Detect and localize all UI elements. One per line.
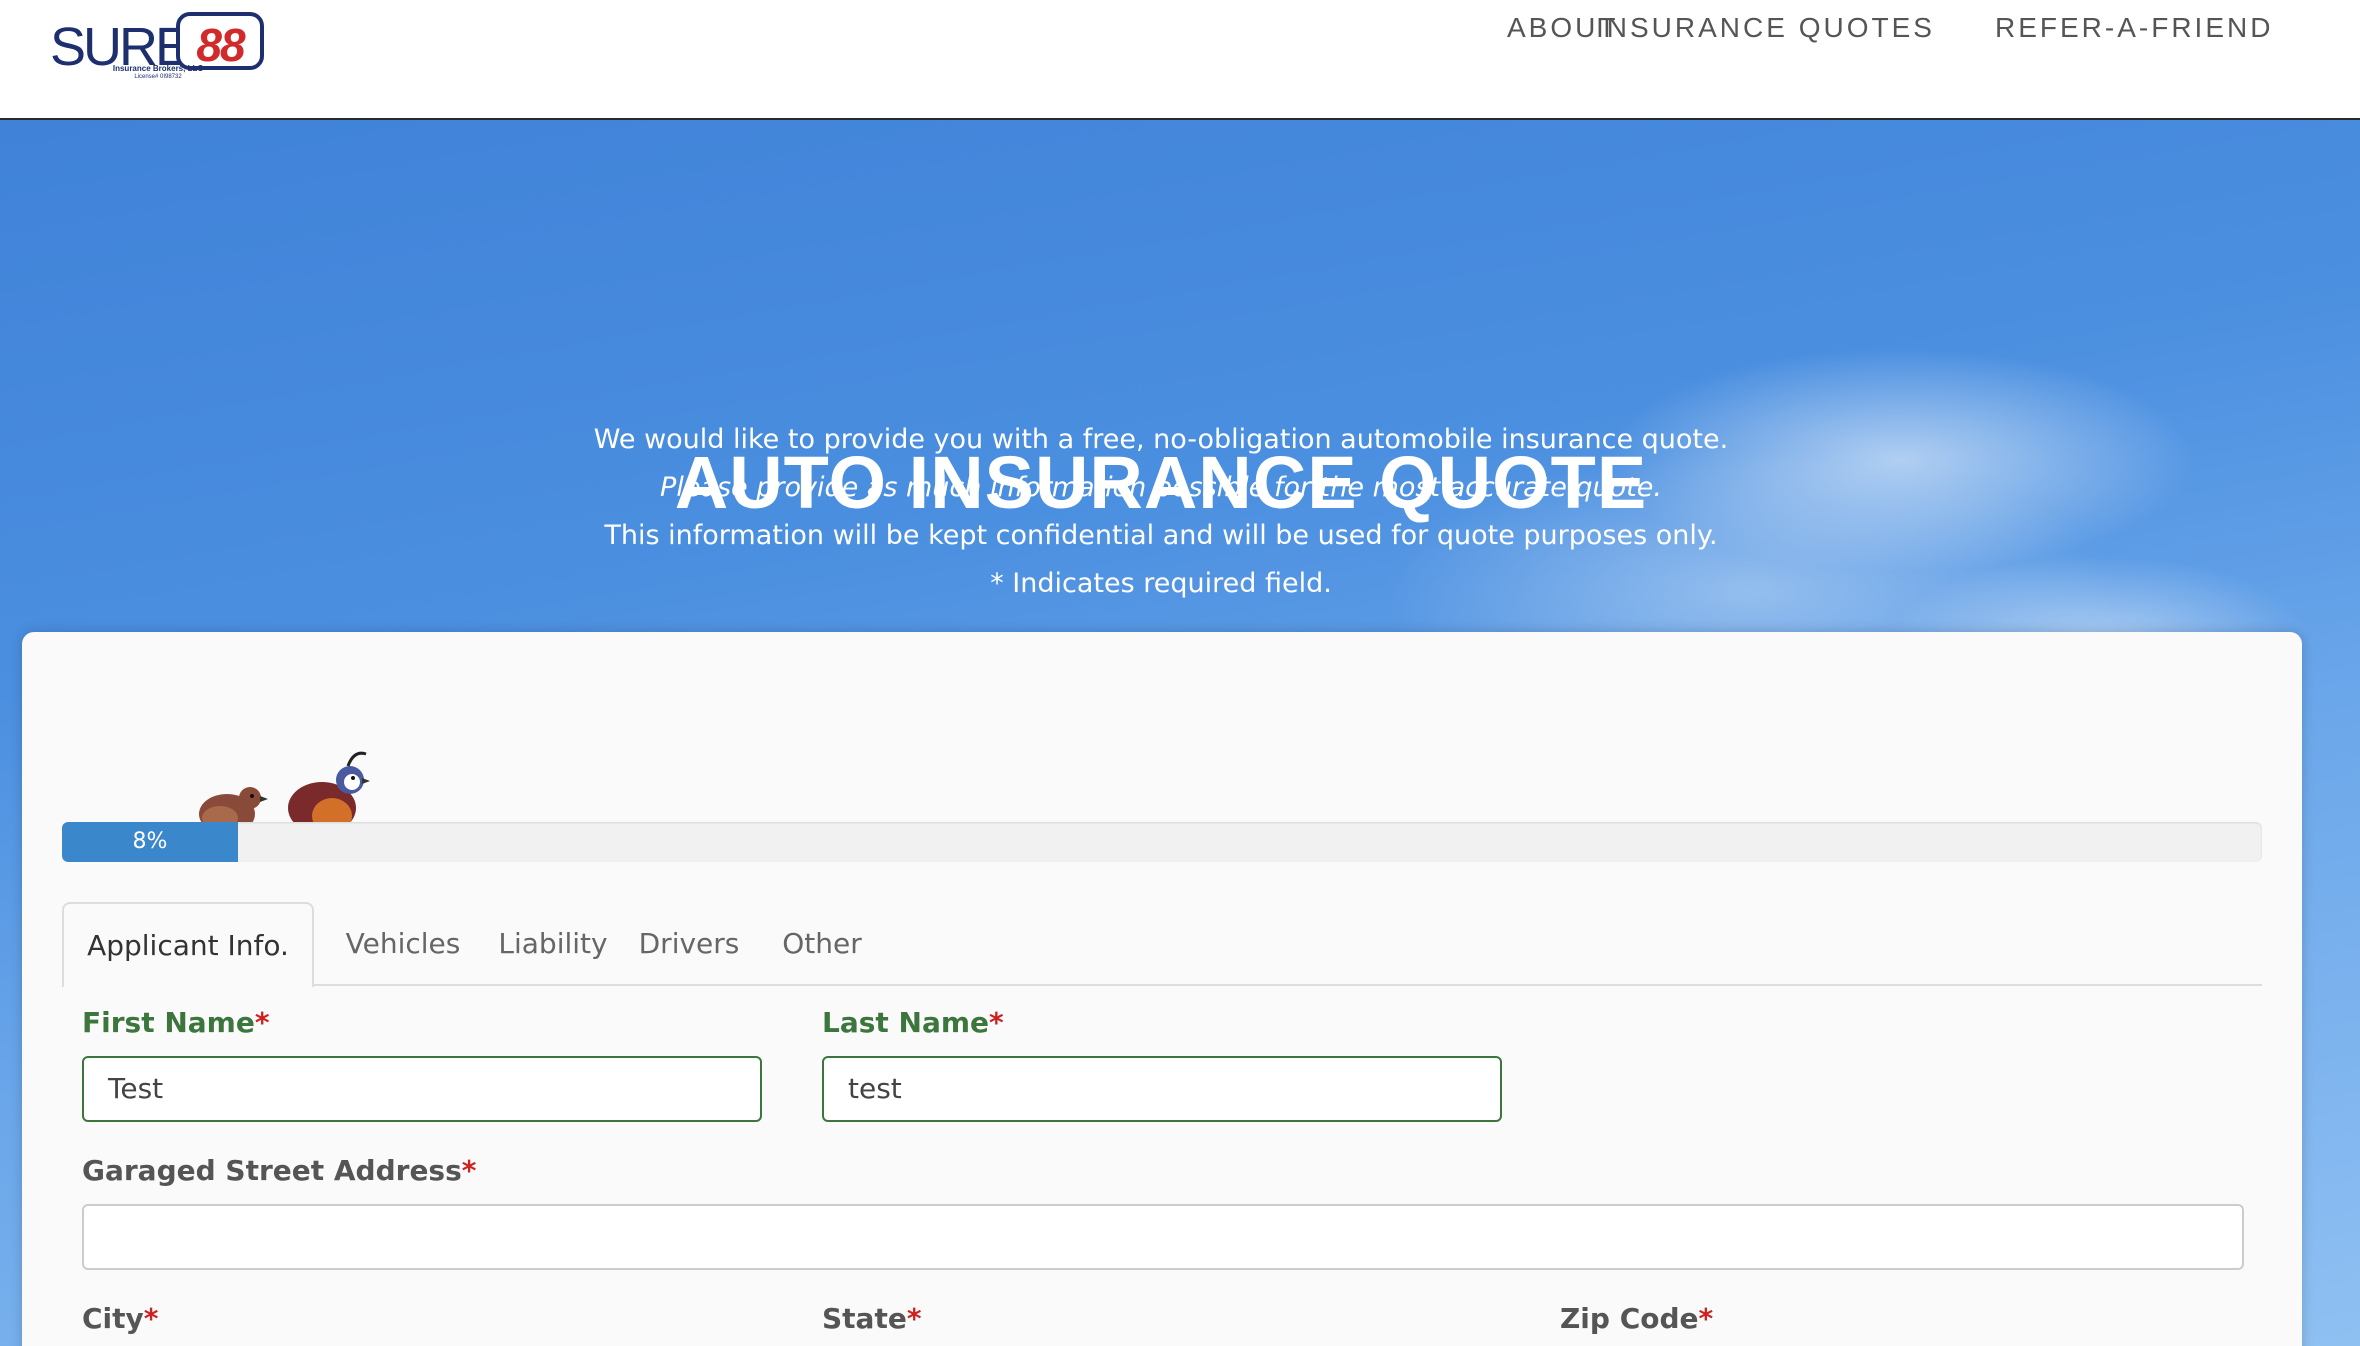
state-label-text: State xyxy=(822,1302,907,1335)
state-label: State* xyxy=(822,1302,921,1335)
progress-fill: 8% xyxy=(62,822,238,862)
hero-intro-text: We would like to provide you with a free… xyxy=(593,424,1729,455)
required-field-note: * Indicates required field. xyxy=(990,568,1332,599)
form-tabs: Applicant Info. Vehicles Liability Drive… xyxy=(62,902,2262,988)
hero-instruction-text: Please provide as much information possi… xyxy=(660,472,1662,503)
logo-subtitle: Insurance Brokers, LLC xyxy=(112,64,204,73)
zip-code-label-text: Zip Code xyxy=(1560,1302,1699,1335)
form-progress-bar: 8% xyxy=(62,822,2262,862)
city-label-text: City xyxy=(82,1302,144,1335)
tab-drivers[interactable]: Drivers xyxy=(630,902,748,986)
required-asterisk: * xyxy=(989,1006,1004,1039)
first-name-label-text: First Name xyxy=(82,1006,255,1039)
required-asterisk: * xyxy=(143,1302,159,1335)
street-address-input[interactable] xyxy=(82,1204,2244,1270)
nav-insurance-quotes-link[interactable]: INSURANCE QUOTES xyxy=(1596,12,1935,44)
zip-code-label: Zip Code* xyxy=(1560,1302,1713,1335)
last-name-input[interactable]: test xyxy=(822,1056,1502,1122)
tab-applicant-info[interactable]: Applicant Info. xyxy=(62,902,314,988)
sure88-logo[interactable]: SURE 88 Insurance Brokers, LLC License# … xyxy=(50,8,265,80)
last-name-label-text: Last Name xyxy=(822,1006,990,1039)
tab-vehicles[interactable]: Vehicles xyxy=(334,902,472,986)
street-address-label-text: Garaged Street Address xyxy=(82,1154,462,1187)
tab-liability[interactable]: Liability xyxy=(490,902,616,986)
first-name-label: First Name* xyxy=(82,1006,269,1039)
required-asterisk: * xyxy=(461,1154,477,1187)
tab-other[interactable]: Other xyxy=(768,902,876,986)
logo-badge: 88 xyxy=(176,12,264,71)
required-asterisk: * xyxy=(254,1006,270,1039)
quote-form-card: 8% Applicant Info. Vehicles Liability Dr… xyxy=(22,632,2302,1346)
first-name-input[interactable]: Test xyxy=(82,1056,762,1122)
nav-refer-a-friend-link[interactable]: REFER-A-FRIEND xyxy=(1995,12,2273,44)
last-name-label: Last Name* xyxy=(822,1006,1004,1039)
logo-license: License# 0I98732 xyxy=(134,74,182,80)
hero-confidentiality-text: This information will be kept confidenti… xyxy=(604,520,1718,551)
required-asterisk: * xyxy=(906,1302,922,1335)
city-label: City* xyxy=(82,1302,158,1335)
site-header: SURE 88 Insurance Brokers, LLC License# … xyxy=(0,0,2360,120)
required-asterisk: * xyxy=(1698,1302,1714,1335)
street-address-label: Garaged Street Address* xyxy=(82,1154,476,1187)
